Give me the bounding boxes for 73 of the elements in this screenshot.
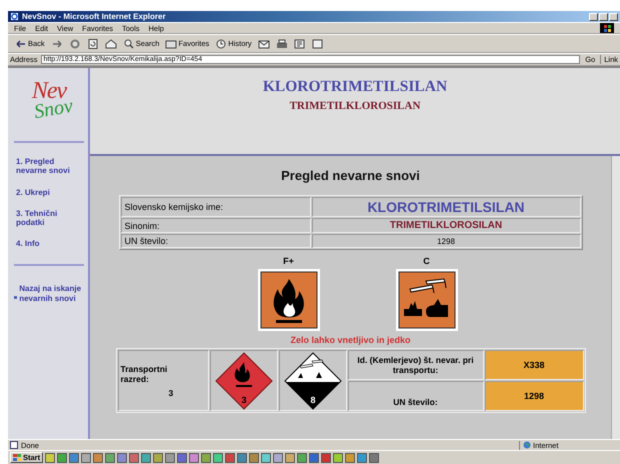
taskbar-app-icon[interactable] bbox=[297, 452, 308, 462]
taskbar-app-icon[interactable] bbox=[273, 452, 284, 462]
table-cell: 1298 bbox=[312, 234, 580, 248]
taskbar-app-icon[interactable] bbox=[285, 452, 296, 462]
taskbar-app-icon[interactable] bbox=[225, 452, 236, 462]
taskbar-app-icon[interactable] bbox=[321, 452, 332, 462]
globe-icon bbox=[523, 441, 531, 449]
minimize-button[interactable] bbox=[589, 12, 598, 20]
maximize-button[interactable] bbox=[599, 12, 608, 20]
nav-link[interactable]: 3. Tehnični podatki bbox=[16, 208, 84, 228]
taskbar-app-icon[interactable] bbox=[105, 452, 116, 462]
browser-icon bbox=[10, 12, 19, 21]
back-arrow-icon bbox=[15, 38, 27, 48]
substance-title: KLOROTRIMETILSILAN bbox=[262, 78, 448, 96]
document-icon[interactable] bbox=[292, 38, 307, 48]
hazard-text: Zelo lahko vnetljivo in jedko bbox=[290, 335, 411, 345]
close-button[interactable] bbox=[609, 12, 618, 20]
taskbar-app-icon[interactable] bbox=[201, 452, 212, 462]
table-cell: Slovensko kemijsko ime: bbox=[120, 197, 310, 217]
table-cell: Sinonim: bbox=[120, 218, 310, 233]
taskbar-app-icon[interactable] bbox=[69, 452, 80, 462]
nav-link[interactable]: 4. Info bbox=[16, 239, 84, 248]
scrollbar[interactable] bbox=[611, 156, 620, 439]
taskbar-app-icon[interactable] bbox=[57, 452, 68, 462]
table-cell: KLOROTRIMETILSILAN bbox=[312, 197, 580, 217]
windows-logo-icon bbox=[600, 23, 614, 33]
table-cell: 1298 bbox=[484, 381, 584, 411]
corrosive-label-icon: 8 bbox=[282, 350, 344, 412]
taskbar-app-icon[interactable] bbox=[345, 452, 356, 462]
taskbar-app-icon[interactable] bbox=[357, 452, 368, 462]
taskbar-app-icon[interactable] bbox=[237, 452, 248, 462]
taskbar-app-icon[interactable] bbox=[165, 452, 176, 462]
mail-icon[interactable] bbox=[256, 38, 271, 48]
hazard-code: C bbox=[423, 256, 430, 266]
taskbar-app-icon[interactable] bbox=[93, 452, 104, 462]
nav-link[interactable]: 1. Pregled nevarne snovi bbox=[16, 157, 84, 176]
taskbar-app-icon[interactable] bbox=[213, 452, 224, 462]
clock-icon bbox=[215, 38, 228, 48]
taskbar-app-icon[interactable] bbox=[81, 452, 92, 462]
taskbar-app-icon[interactable] bbox=[117, 452, 128, 462]
taskbar-app-icon[interactable] bbox=[249, 452, 260, 462]
table-cell: X338 bbox=[484, 350, 584, 380]
windows-logo-icon bbox=[13, 454, 21, 461]
page-heading: Pregled nevarne snovi bbox=[281, 168, 420, 183]
flammable-label-icon: 3 bbox=[212, 350, 274, 412]
taskbar-app-icon[interactable] bbox=[369, 452, 380, 462]
taskbar-app-icon[interactable] bbox=[189, 452, 200, 462]
hazard-code: F+ bbox=[283, 256, 294, 266]
search-icon bbox=[122, 38, 135, 48]
printer-icon[interactable] bbox=[274, 38, 289, 48]
nav-link[interactable]: 2. Ukrepi bbox=[16, 188, 84, 197]
table-cell: UN število: bbox=[348, 381, 484, 411]
page-icon[interactable] bbox=[310, 38, 325, 48]
home-icon[interactable] bbox=[104, 38, 118, 48]
flame-pictogram-icon bbox=[258, 269, 320, 331]
taskbar-app-icon[interactable] bbox=[177, 452, 188, 462]
taskbar-app-icon[interactable] bbox=[309, 452, 320, 462]
table-cell: Id. (Kemlerjevo) št. nevar. pri transportu: bbox=[348, 350, 484, 380]
taskbar-app-icon[interactable] bbox=[333, 452, 344, 462]
substance-subtitle: TRIMETILKLOROSILAN bbox=[290, 100, 420, 112]
table-cell: Transportni razred: 3 bbox=[118, 350, 208, 411]
taskbar-app-icon[interactable] bbox=[45, 452, 56, 462]
taskbar-app-icon[interactable] bbox=[153, 452, 164, 462]
taskbar-app-icon[interactable] bbox=[261, 452, 272, 462]
table-cell: TRIMETILKLOROSILAN bbox=[312, 218, 580, 233]
refresh-icon[interactable] bbox=[86, 38, 100, 48]
logo: Nev Snov bbox=[30, 82, 76, 118]
back-link[interactable]: Nazaj na iskanje nevarnih snovi bbox=[19, 284, 84, 303]
window-title: NevSnov - Microsoft Internet Explorer bbox=[22, 12, 167, 21]
taskbar-app-icon[interactable] bbox=[141, 452, 152, 462]
corrosion-pictogram-icon bbox=[396, 269, 458, 331]
taskbar-app-icon[interactable] bbox=[129, 452, 140, 462]
table-cell: UN število: bbox=[120, 234, 310, 248]
